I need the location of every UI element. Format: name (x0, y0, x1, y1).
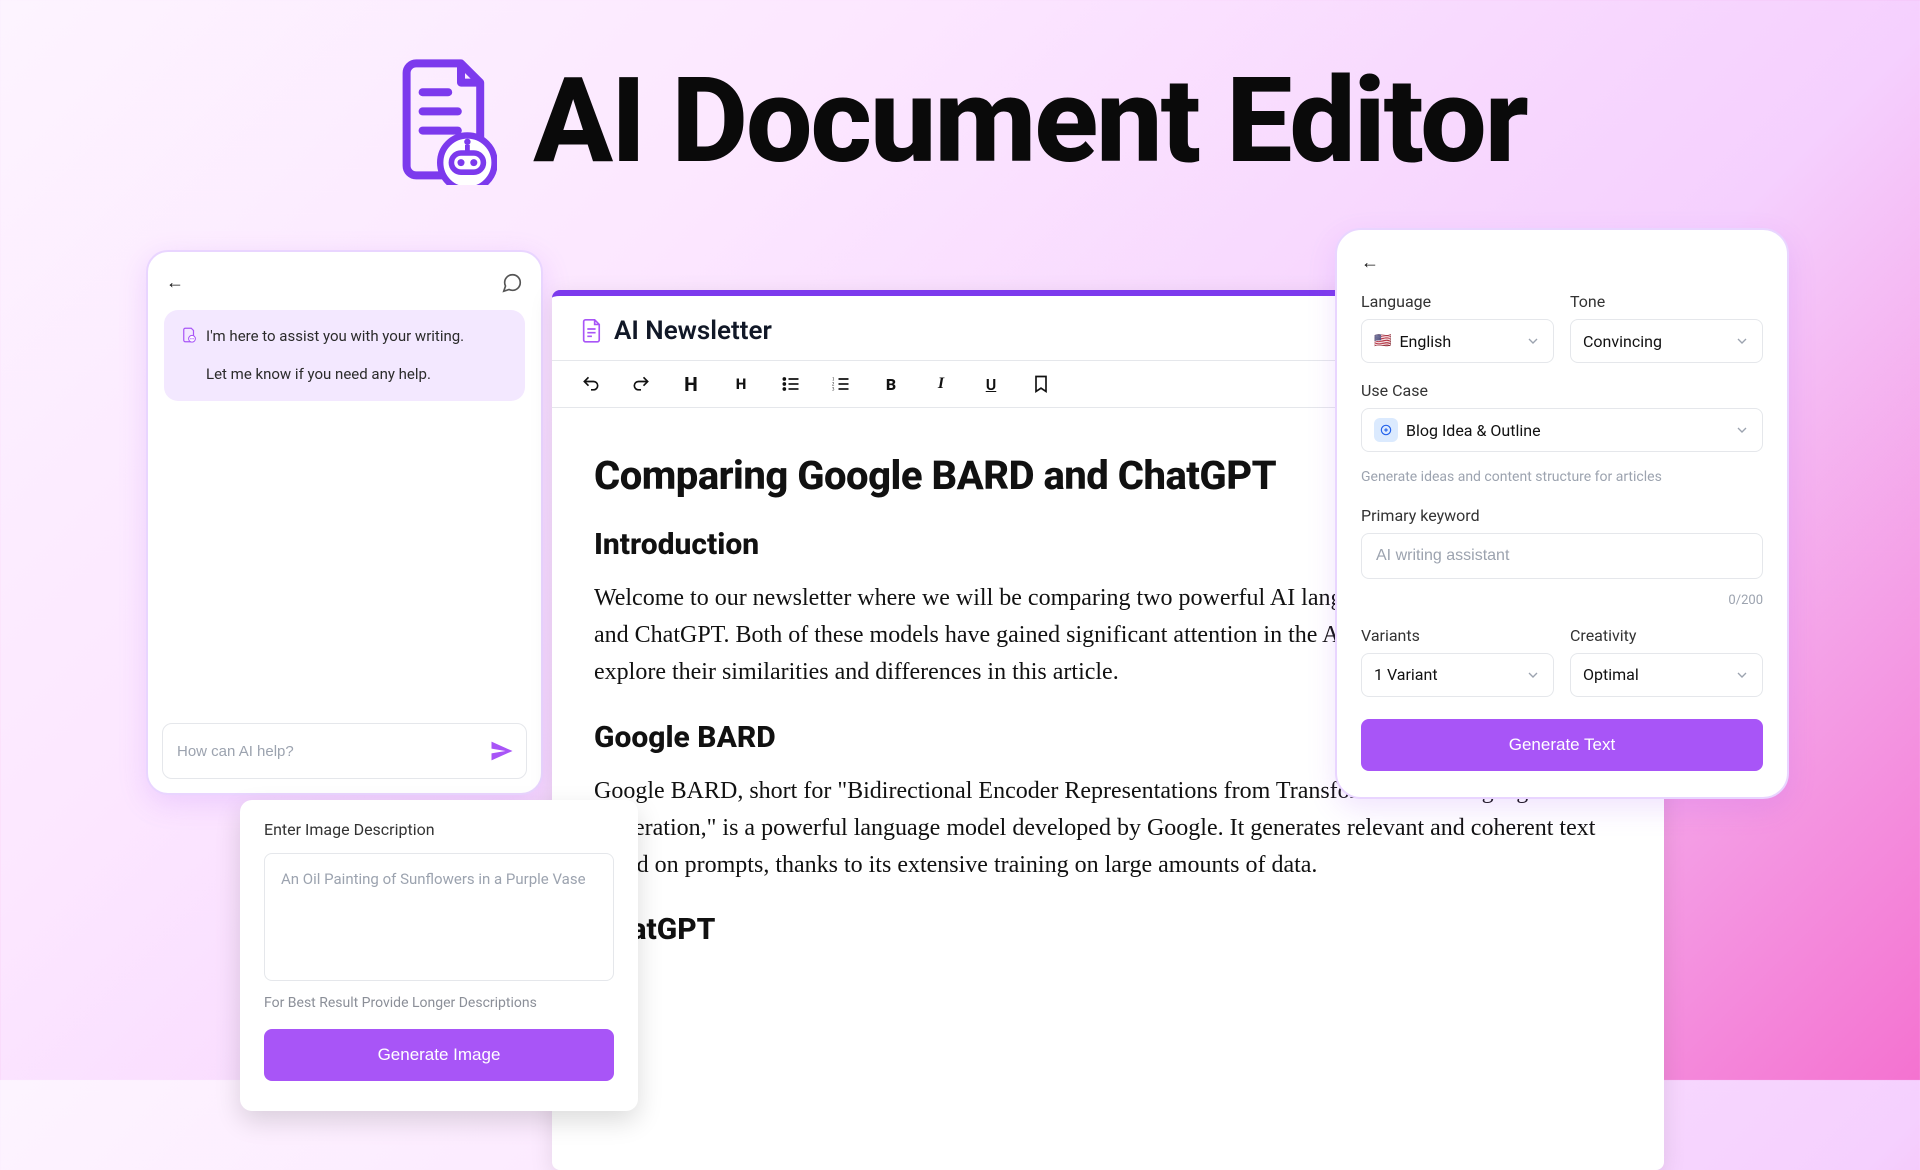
creativity-select[interactable]: Optimal (1570, 653, 1763, 697)
generate-image-button[interactable]: Generate Image (264, 1029, 614, 1081)
assistant-message-line1: I'm here to assist you with your writing… (206, 324, 464, 350)
underline-button[interactable]: U (978, 371, 1004, 397)
bullet-list-button[interactable] (778, 371, 804, 397)
language-select[interactable]: 🇺🇸English (1361, 319, 1554, 363)
chat-input-row (162, 723, 527, 779)
bookmark-button[interactable] (1028, 371, 1054, 397)
send-button[interactable] (488, 737, 516, 765)
usecase-icon (1374, 418, 1398, 442)
creativity-label: Creativity (1570, 626, 1763, 645)
redo-button[interactable] (628, 371, 654, 397)
numbered-list-button[interactable]: 123 (828, 371, 854, 397)
heading1-button[interactable]: H (678, 371, 704, 397)
image-description-hint: For Best Result Provide Longer Descripti… (264, 995, 614, 1011)
chat-bubble-icon[interactable] (501, 272, 523, 294)
language-label: Language (1361, 292, 1554, 311)
hero-title: AI Document Editor (533, 52, 1526, 190)
char-counter: 0/200 (1361, 593, 1763, 608)
usecase-label: Use Case (1361, 381, 1763, 400)
image-generation-panel: Enter Image Description For Best Result … (240, 800, 638, 1111)
keyword-label: Primary keyword (1361, 506, 1763, 525)
bold-button[interactable]: B (878, 371, 904, 397)
image-description-label: Enter Image Description (264, 820, 614, 839)
hero-banner: AI Document Editor (0, 0, 1920, 190)
chevron-down-icon (1734, 667, 1750, 683)
italic-button[interactable]: I (928, 371, 954, 397)
assistant-message-line2: Let me know if you need any help. (206, 362, 509, 388)
usecase-hint: Generate ideas and content structure for… (1361, 468, 1763, 488)
assistant-avatar-icon (180, 326, 198, 344)
document-icon (580, 318, 602, 344)
image-description-input[interactable] (264, 853, 614, 981)
chevron-down-icon (1734, 333, 1750, 349)
flag-icon: 🇺🇸 (1374, 333, 1391, 349)
chat-assistant-panel: I'm here to assist you with your writing… (146, 250, 543, 795)
tone-label: Tone (1570, 292, 1763, 311)
tone-select[interactable]: Convincing (1570, 319, 1763, 363)
back-icon[interactable] (1361, 252, 1383, 274)
variants-label: Variants (1361, 626, 1554, 645)
chevron-down-icon (1525, 667, 1541, 683)
undo-button[interactable] (578, 371, 604, 397)
back-icon[interactable] (166, 272, 188, 294)
chevron-down-icon (1525, 333, 1541, 349)
svg-text:3: 3 (832, 388, 835, 393)
usecase-select[interactable]: Blog Idea & Outline (1361, 408, 1763, 452)
assistant-message: I'm here to assist you with your writing… (164, 310, 525, 401)
variants-select[interactable]: 1 Variant (1361, 653, 1554, 697)
app-logo-icon (393, 57, 497, 185)
keyword-input[interactable] (1361, 533, 1763, 579)
document-title[interactable]: AI Newsletter (614, 316, 772, 346)
generate-text-button[interactable]: Generate Text (1361, 719, 1763, 771)
heading2-button[interactable]: H (728, 371, 754, 397)
doc-section-heading: ChatGPT (594, 912, 1622, 947)
chat-input[interactable] (177, 743, 478, 760)
chevron-down-icon (1734, 422, 1750, 438)
generate-text-panel: Language 🇺🇸English Tone Convincing Use C… (1335, 228, 1789, 799)
